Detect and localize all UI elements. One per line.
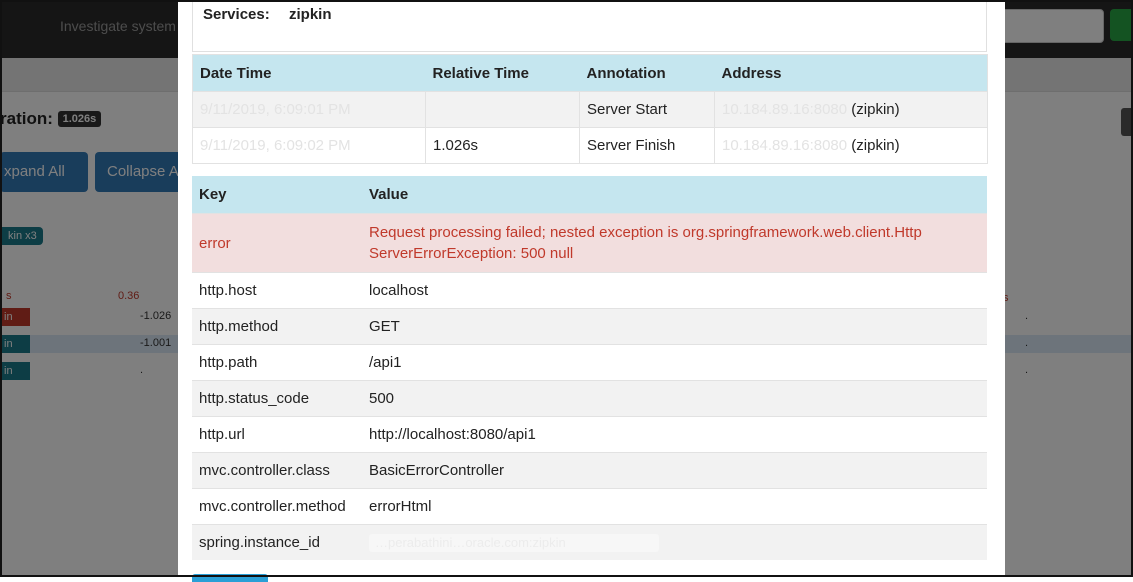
address-service: (zipkin) bbox=[851, 101, 900, 118]
address-service: (zipkin) bbox=[851, 137, 900, 154]
tag-value: errorHtml bbox=[362, 488, 987, 525]
annotation-datetime: 9/11/2019, 6:09:02 PM bbox=[192, 127, 426, 164]
tag-key: http.path bbox=[192, 344, 362, 381]
annotation-relative bbox=[425, 91, 580, 128]
header-date-time: Date Time bbox=[192, 54, 426, 92]
tag-key: http.method bbox=[192, 308, 362, 345]
tag-value: GET bbox=[362, 308, 987, 345]
tag-key: http.url bbox=[192, 416, 362, 453]
tag-value: Request processing failed; nested except… bbox=[362, 213, 987, 273]
annotation-address: 10.184.89.16:8080 (zipkin) bbox=[714, 127, 988, 164]
tag-row: http.method GET bbox=[192, 308, 987, 345]
tag-value: BasicErrorController bbox=[362, 452, 987, 489]
annotation-row: 9/11/2019, 6:09:02 PM 1.026s Server Fini… bbox=[192, 127, 988, 164]
annotation-address: 10.184.89.16:8080 (zipkin) bbox=[714, 91, 988, 128]
tags-body: error Request processing failed; nested e… bbox=[192, 213, 987, 560]
tag-row: mvc.controller.method errorHtml bbox=[192, 488, 987, 525]
tag-row: mvc.controller.class BasicErrorController bbox=[192, 452, 987, 489]
header-relative-time: Relative Time bbox=[425, 54, 580, 92]
tag-key: http.status_code bbox=[192, 380, 362, 417]
tag-value: /api1 bbox=[362, 344, 987, 381]
annotation-value: Server Finish bbox=[579, 127, 715, 164]
annotation-row: 9/11/2019, 6:09:01 PM Server Start 10.18… bbox=[192, 91, 988, 128]
annotation-relative: 1.026s bbox=[425, 127, 580, 164]
header-key: Key bbox=[192, 176, 362, 214]
services-panel: Services: zipkin bbox=[192, 0, 987, 52]
annotation-value: Server Start bbox=[579, 91, 715, 128]
redacted-value: …perabathini…oracle.com:zipkin bbox=[369, 533, 659, 552]
tag-value: localhost bbox=[362, 272, 987, 309]
header-annotation: Annotation bbox=[579, 54, 715, 92]
close-button[interactable] bbox=[192, 574, 268, 582]
tag-key: spring.instance_id bbox=[192, 524, 362, 560]
span-detail-modal: Services: zipkin Date Time Relative Time… bbox=[178, 0, 1005, 582]
services-value: zipkin bbox=[289, 6, 332, 23]
address-ip: 10.184.89.16:8080 bbox=[722, 137, 848, 154]
header-address: Address bbox=[714, 54, 988, 92]
tag-value: …perabathini…oracle.com:zipkin bbox=[362, 524, 987, 560]
tag-row: http.host localhost bbox=[192, 272, 987, 309]
tag-row: http.url http://localhost:8080/api1 bbox=[192, 416, 987, 453]
services-label: Services: bbox=[203, 6, 270, 23]
tag-key: error bbox=[192, 213, 362, 273]
annotation-datetime: 9/11/2019, 6:09:01 PM bbox=[192, 91, 426, 128]
tag-row: http.status_code 500 bbox=[192, 380, 987, 417]
tag-key: mvc.controller.class bbox=[192, 452, 362, 489]
tag-row: spring.instance_id …perabathini…oracle.co… bbox=[192, 524, 987, 560]
tag-value: http://localhost:8080/api1 bbox=[362, 416, 987, 453]
tags-table: Key Value error Request processing failed… bbox=[192, 176, 987, 560]
tag-row: http.path/api1 bbox=[192, 344, 987, 381]
tag-value: 500 bbox=[362, 380, 987, 417]
tag-key: mvc.controller.method bbox=[192, 488, 362, 525]
tag-row: error Request processing failed; nested e… bbox=[192, 213, 987, 273]
address-ip: 10.184.89.16:8080 bbox=[722, 101, 848, 118]
annotations-table: Date Time Relative Time Annotation Addre… bbox=[192, 54, 988, 164]
header-value: Value bbox=[362, 176, 987, 214]
tag-key: http.host bbox=[192, 272, 362, 309]
